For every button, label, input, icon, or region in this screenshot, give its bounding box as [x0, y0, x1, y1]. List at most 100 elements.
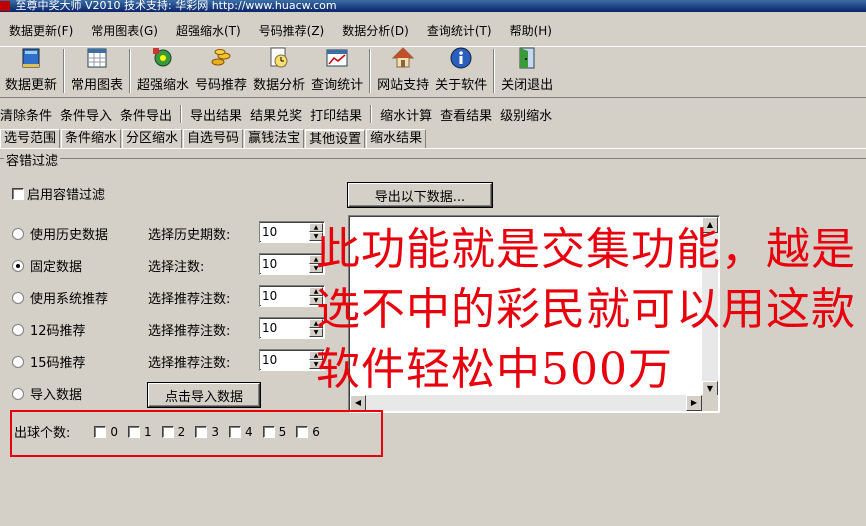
- recommend-button[interactable]: 号码推荐: [192, 46, 250, 97]
- reduce-button[interactable]: 超强缩水: [134, 46, 192, 97]
- app-icon: [0, 1, 10, 11]
- charts-label: 常用图表: [71, 78, 124, 93]
- menu-help[interactable]: 帮助(H): [501, 22, 561, 39]
- charts-button[interactable]: 常用图表: [68, 46, 126, 97]
- field-label: 选择注数:: [148, 260, 205, 275]
- ball-count-value: 3: [211, 424, 219, 439]
- menu-statistics[interactable]: 查询统计(T): [418, 22, 501, 39]
- reduce-label: 超强缩水: [137, 78, 190, 93]
- title-bar: 至尊中奖大师 V2010 技术支持: 华彩网 http://www.huacw.…: [0, 0, 866, 12]
- checkbox-box[interactable]: [228, 425, 241, 438]
- tab-number-range[interactable]: 选号范围: [0, 129, 61, 148]
- ball-count-5[interactable]: 5: [262, 425, 286, 439]
- import-data-button[interactable]: 点击导入数据: [148, 383, 260, 407]
- option-system-recommend[interactable]: 使用系统推荐: [12, 288, 108, 307]
- window-chart-icon: [325, 46, 349, 70]
- level-reduce-button[interactable]: 级别缩水: [496, 105, 556, 124]
- home-icon: [391, 46, 415, 70]
- option-15-recommend[interactable]: 15码推荐: [12, 352, 86, 371]
- clear-conditions-button[interactable]: 清除条件: [0, 105, 56, 124]
- radio-12[interactable]: [12, 323, 24, 336]
- checkbox-box[interactable]: [161, 425, 174, 438]
- enable-tolerance-checkbox[interactable]: 启用容错过滤: [12, 184, 105, 203]
- field-label: 选择推荐注数:: [148, 356, 231, 371]
- checkbox-box[interactable]: [128, 425, 141, 438]
- menu-data-update[interactable]: 数据更新(F): [0, 22, 82, 39]
- statistics-button[interactable]: 查询统计: [308, 46, 366, 97]
- option-label: 15码推荐: [30, 356, 86, 371]
- analysis-label: 数据分析: [253, 78, 306, 93]
- fixed-count-input[interactable]: [260, 255, 308, 273]
- ball-count-1[interactable]: 1: [128, 425, 152, 439]
- field-label: 选择历史期数:: [148, 228, 231, 243]
- exit-button[interactable]: 关闭退出: [498, 46, 556, 97]
- recommend-12-input[interactable]: [260, 319, 308, 337]
- website-button[interactable]: 网站支持: [374, 46, 432, 97]
- tab-custom-numbers[interactable]: 自选号码: [183, 129, 244, 148]
- checkbox-box[interactable]: [94, 425, 107, 438]
- option-fixed-data[interactable]: 固定数据: [12, 256, 82, 275]
- action-separator: [180, 105, 183, 123]
- tab-panel-border: [0, 148, 866, 149]
- option-12-recommend[interactable]: 12码推荐: [12, 320, 86, 339]
- ball-count-value: 4: [244, 424, 253, 439]
- option-label: 固定数据: [30, 260, 83, 275]
- tab-zone-reduce[interactable]: 分区缩水: [122, 129, 183, 148]
- data-update-button[interactable]: 数据更新: [2, 46, 60, 97]
- toolbar-separator: [493, 49, 496, 93]
- result-redeem-button[interactable]: 结果兑奖: [246, 105, 306, 124]
- ball-count-6[interactable]: 6: [296, 425, 320, 439]
- ball-count-2[interactable]: 2: [161, 425, 185, 439]
- analysis-button[interactable]: 数据分析: [250, 46, 308, 97]
- option-label: 导入数据: [30, 388, 83, 403]
- action-separator: [370, 105, 373, 123]
- export-data-button[interactable]: 导出以下数据...: [348, 183, 492, 207]
- checkbox-box[interactable]: [12, 187, 24, 200]
- option-history-data[interactable]: 使用历史数据: [12, 224, 108, 243]
- radio-15[interactable]: [12, 355, 24, 368]
- recommend-label: 号码推荐: [195, 78, 248, 93]
- ball-count-3[interactable]: 3: [195, 425, 219, 439]
- system-recommend-input[interactable]: [260, 287, 308, 305]
- export-results-button[interactable]: 导出结果: [186, 105, 246, 124]
- menu-analysis[interactable]: 数据分析(D): [333, 22, 418, 39]
- ball-count-value: 1: [144, 424, 152, 439]
- recommend-15-input[interactable]: [260, 351, 308, 369]
- export-conditions-button[interactable]: 条件导出: [116, 105, 176, 124]
- about-label: 关于软件: [435, 78, 488, 93]
- tab-other-settings[interactable]: 其他设置: [305, 129, 366, 148]
- field-label: 选择推荐注数:: [148, 324, 231, 339]
- checkbox-box[interactable]: [195, 425, 208, 438]
- ball-count-0[interactable]: 0: [94, 425, 118, 439]
- toolbar-separator: [129, 49, 132, 93]
- ball-count-4[interactable]: 4: [228, 424, 253, 439]
- option-import-data[interactable]: 导入数据: [12, 384, 82, 403]
- tab-condition-reduce[interactable]: 条件缩水: [61, 129, 122, 148]
- radio-system[interactable]: [12, 291, 24, 304]
- window-title: 至尊中奖大师 V2010 技术支持: 华彩网 http://www.huacw.…: [15, 0, 337, 12]
- tab-reduce-results[interactable]: 缩水结果: [366, 129, 427, 148]
- checkbox-box[interactable]: [262, 425, 275, 438]
- about-button[interactable]: 关于软件: [432, 46, 490, 97]
- reduce-calc-button[interactable]: 缩水计算: [376, 105, 436, 124]
- overlay-annotation: 此功能就是交集功能，越是选不中的彩民就可以用这款软件轻松中500万: [316, 224, 856, 395]
- ball-count-value: 6: [312, 424, 320, 439]
- toolbar: 数据更新 常用图表 超强缩水 号码推荐 数据分析 查询统计 网站支持 关于软件 …: [0, 46, 866, 98]
- view-results-button[interactable]: 查看结果: [436, 105, 496, 124]
- checkbox-box[interactable]: [296, 425, 309, 438]
- radio-fixed[interactable]: [12, 259, 24, 272]
- print-results-button[interactable]: 打印结果: [306, 105, 366, 124]
- clock-document-icon: [267, 46, 291, 70]
- menu-reduce[interactable]: 超强缩水(T): [167, 22, 250, 39]
- menu-charts[interactable]: 常用图表(G): [82, 22, 167, 39]
- menu-recommend[interactable]: 号码推荐(Z): [250, 22, 334, 39]
- radio-history[interactable]: [12, 227, 24, 240]
- field-label: 选择推荐注数:: [148, 292, 231, 307]
- import-conditions-button[interactable]: 条件导入: [56, 105, 116, 124]
- radio-import[interactable]: [12, 387, 24, 400]
- tab-winning-tricks[interactable]: 赢钱法宝: [244, 129, 305, 148]
- menu-bar: 数据更新(F) 常用图表(G) 超强缩水(T) 号码推荐(Z) 数据分析(D) …: [0, 18, 866, 42]
- ball-count-label: 出球个数:: [14, 426, 71, 441]
- toolbar-separator: [369, 49, 372, 93]
- history-periods-input[interactable]: [260, 223, 308, 241]
